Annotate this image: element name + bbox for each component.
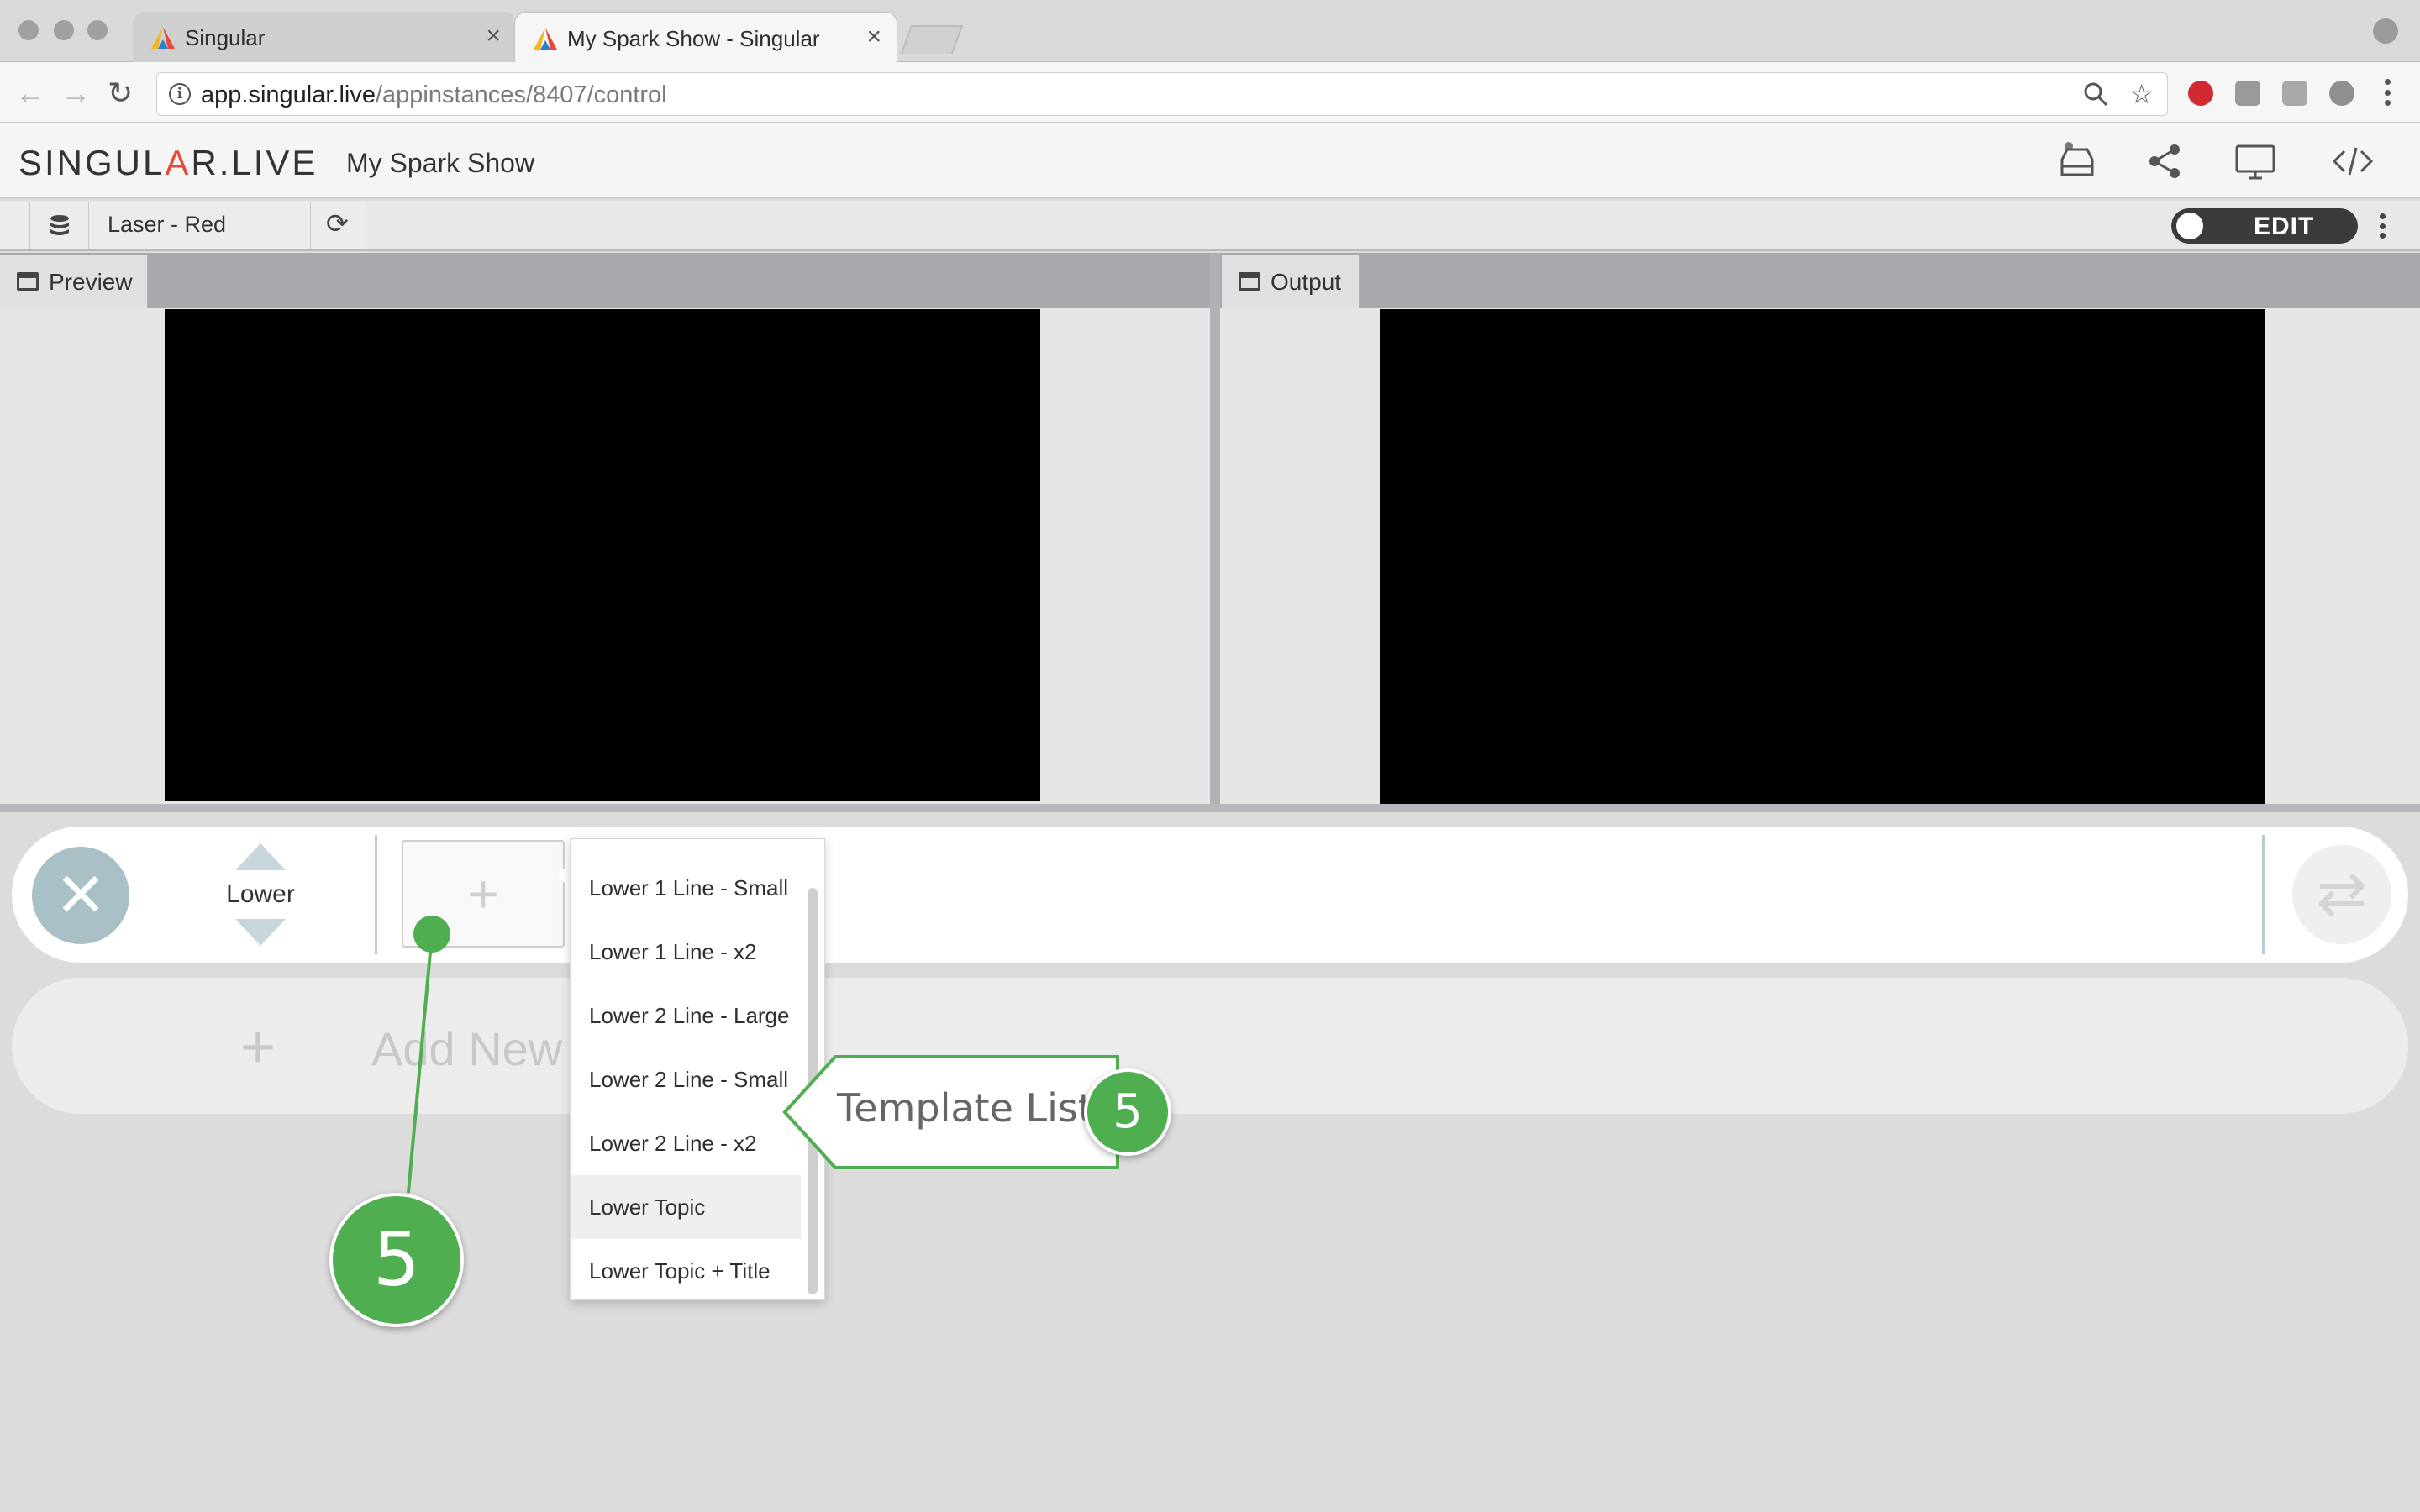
template-item[interactable]: Lower 1 Line - Small <box>571 856 801 920</box>
preview-screen <box>165 309 1040 801</box>
back-arrow-icon[interactable]: ← <box>15 76 45 111</box>
extension-icon[interactable] <box>2282 81 2307 106</box>
window-icon <box>1239 272 1260 291</box>
brand-text-left: SINGUL <box>18 143 166 182</box>
url-text: app.singular.live/appinstances/8407/cont… <box>201 81 667 109</box>
inbox-icon[interactable] <box>2057 141 2097 181</box>
window-icon <box>17 272 39 291</box>
loop-icon[interactable]: ⇄ <box>2292 845 2391 944</box>
composition-name: Laser - Red <box>108 212 227 237</box>
refresh-icon: ⟳ <box>326 208 349 239</box>
toolbar-spacer <box>0 202 30 249</box>
output-label: Output <box>1270 269 1342 295</box>
tab-title: Singular <box>185 25 266 50</box>
monitor-icon[interactable] <box>2235 141 2275 181</box>
template-item[interactable]: Lower 2 Line - x2 <box>571 1111 801 1175</box>
zoom-icon[interactable] <box>2083 81 2108 107</box>
add-new-plus-icon[interactable]: + <box>240 1013 276 1082</box>
output-pane-header <box>1220 253 2420 308</box>
output-screen <box>1380 309 2265 806</box>
bookmark-star-icon[interactable]: ☆ <box>2129 78 2154 110</box>
browser-tab-my-spark-show[interactable]: My Spark Show - Singular × <box>514 12 897 62</box>
callout-text: Template List <box>837 1085 1093 1131</box>
more-options-icon[interactable] <box>2378 213 2386 239</box>
address-bar[interactable]: i app.singular.live/appinstances/8407/co… <box>156 72 2168 116</box>
edit-mode-toggle[interactable]: EDIT <box>2171 208 2358 244</box>
tab-close-icon[interactable]: × <box>866 23 881 51</box>
database-icon <box>50 215 69 235</box>
annotation-badge-large: 5 <box>329 1193 464 1327</box>
pinterest-extension-icon[interactable] <box>2188 81 2213 106</box>
reload-icon[interactable]: ↻ <box>108 76 133 111</box>
horizontal-separator[interactable] <box>0 804 2420 812</box>
template-item[interactable]: Lower 2 Line - Large <box>571 984 801 1047</box>
singular-logo-icon <box>534 28 557 50</box>
database-button[interactable] <box>30 202 89 249</box>
layer-down-arrow-icon[interactable] <box>235 919 286 946</box>
new-tab-button[interactable] <box>900 25 964 54</box>
layer-up-arrow-icon[interactable] <box>235 843 286 870</box>
preview-pane-header <box>0 253 1210 308</box>
window-close-button[interactable] <box>18 20 39 40</box>
edit-label: EDIT <box>2254 213 2315 240</box>
toggle-knob <box>2176 213 2203 239</box>
preview-tab[interactable]: Preview <box>0 255 148 308</box>
info-icon[interactable]: i <box>169 83 191 105</box>
template-item[interactable]: Lower 1 Line - x2 <box>571 920 801 984</box>
preview-label: Preview <box>49 269 133 295</box>
template-item[interactable]: Lower 2 Line - Small <box>571 1047 801 1111</box>
annotation-connector <box>407 916 450 1194</box>
singular-logo-icon <box>151 27 175 49</box>
browser-tab-singular[interactable]: Singular × <box>133 12 516 62</box>
pane-divider[interactable] <box>1210 253 1220 804</box>
code-icon[interactable] <box>2333 141 2373 181</box>
singular-live-logo[interactable]: SINGULAR.LIVE <box>18 143 318 183</box>
share-icon[interactable] <box>2144 141 2185 181</box>
tab-title: My Spark Show - Singular <box>567 26 820 51</box>
refresh-button[interactable]: ⟳ <box>311 202 366 249</box>
template-item-highlighted[interactable]: Lower Topic <box>571 1175 801 1239</box>
window-minimize-button[interactable] <box>54 20 74 40</box>
url-host: app.singular.live <box>201 81 376 108</box>
show-title: My Spark Show <box>346 148 535 178</box>
template-item[interactable]: Lower Topic + Title <box>571 1239 801 1303</box>
close-layer-icon[interactable]: × <box>32 847 129 944</box>
layer-separator <box>2262 835 2265 954</box>
output-tab[interactable]: Output <box>1222 255 1360 308</box>
brand-text-right: R.LIVE <box>191 143 318 182</box>
annotation-badge-small: 5 <box>1084 1068 1171 1156</box>
tab-close-icon[interactable]: × <box>486 22 501 50</box>
browser-menu-icon[interactable] <box>2385 79 2391 106</box>
extension-icon[interactable] <box>2235 81 2260 106</box>
window-zoom-button[interactable] <box>87 20 108 40</box>
extension-icon[interactable] <box>2329 81 2354 106</box>
layer-name: Lower <box>226 880 295 908</box>
url-path: /appinstances/8407/control <box>375 81 667 108</box>
brand-text-a: A <box>165 143 192 182</box>
forward-arrow-icon[interactable]: → <box>60 76 91 111</box>
profile-icon[interactable] <box>2373 18 2398 44</box>
